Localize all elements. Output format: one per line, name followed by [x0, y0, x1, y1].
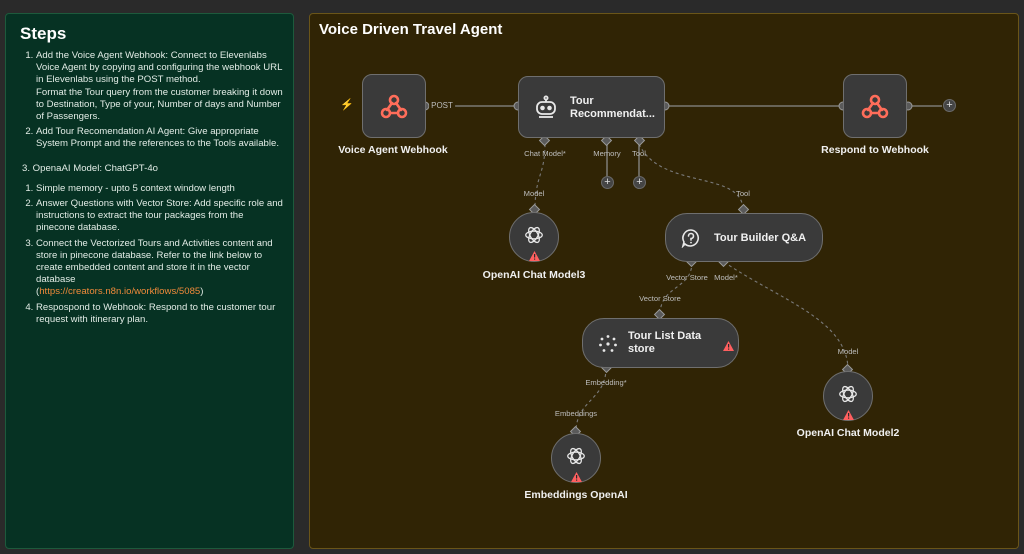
tour-store-label-line: store	[628, 343, 655, 355]
wire-tour-builder[interactable]	[638, 143, 744, 211]
add-node-button[interactable]: +	[943, 99, 956, 112]
openai-icon	[836, 382, 860, 406]
openai-chat-model2-node[interactable]	[823, 371, 873, 421]
port-label-tool-in: Tool	[736, 189, 750, 198]
agent-label-line: Tour	[570, 95, 594, 107]
port-label-vector-store: Vector Store	[666, 273, 708, 282]
question-icon	[680, 227, 702, 249]
port-label-tool: Tool	[632, 149, 646, 158]
webhook-icon	[859, 90, 891, 122]
node-label: Voice Agent Webhook	[338, 144, 448, 156]
add-memory-button[interactable]: +	[601, 176, 614, 189]
agent-label-line: Recommendat...	[570, 108, 655, 120]
warning-icon[interactable]	[723, 338, 734, 356]
node-label: Embeddings OpenAI	[524, 489, 628, 501]
port-label-memory: Memory	[593, 149, 621, 158]
embeddings-openai-node[interactable]	[551, 433, 601, 483]
node-label: Respond to Webhook	[821, 144, 929, 156]
warning-icon[interactable]	[843, 407, 854, 425]
port-label-model: Model	[837, 347, 859, 356]
openai-icon	[564, 444, 588, 468]
node-label: OpenAI Chat Model2	[796, 427, 900, 439]
node-label: OpenAI Chat Model3	[482, 269, 586, 281]
port-label-chat-model: Chat Model*	[524, 149, 566, 158]
agent-label: Tour Recommendat...	[570, 95, 655, 121]
tour-builder-label: Tour Builder Q&A	[714, 232, 807, 244]
openai-icon	[522, 223, 546, 247]
warning-icon[interactable]	[571, 469, 582, 487]
openai-chat-model3-node[interactable]	[509, 212, 559, 262]
wire-chatmodel2[interactable]	[723, 261, 849, 371]
robot-icon	[531, 92, 561, 122]
webhook-icon	[378, 90, 410, 122]
port-label-model-star: Model*	[714, 273, 738, 282]
trigger-bolt-icon: ⚡	[340, 99, 354, 111]
add-tool-button[interactable]: +	[633, 176, 646, 189]
port-label-text: Vector Store	[666, 273, 708, 282]
wire-vector-store[interactable]	[659, 261, 693, 316]
tour-builder-qa-node[interactable]: Tour Builder Q&A	[665, 213, 823, 262]
tour-list-data-store-node[interactable]: Tour List Data store	[582, 318, 739, 368]
tour-store-label-line: Tour List Data	[628, 330, 702, 342]
warning-icon[interactable]	[529, 248, 540, 266]
port-label-vector-store-in: Vector Store	[639, 294, 681, 303]
respond-to-webhook-node[interactable]	[843, 74, 907, 138]
pinecone-icon	[597, 333, 619, 355]
port-label-model: Model	[523, 189, 545, 198]
port-label-embeddings-in: Embeddings	[554, 409, 598, 418]
voice-agent-webhook-node[interactable]	[362, 74, 426, 138]
port-label-embedding: Embedding*	[585, 378, 627, 387]
edge-label-post: POST	[429, 101, 455, 110]
tour-recommendation-agent-node[interactable]: Tour Recommendat...	[518, 76, 665, 138]
tour-store-label: Tour List Data store	[628, 330, 701, 356]
